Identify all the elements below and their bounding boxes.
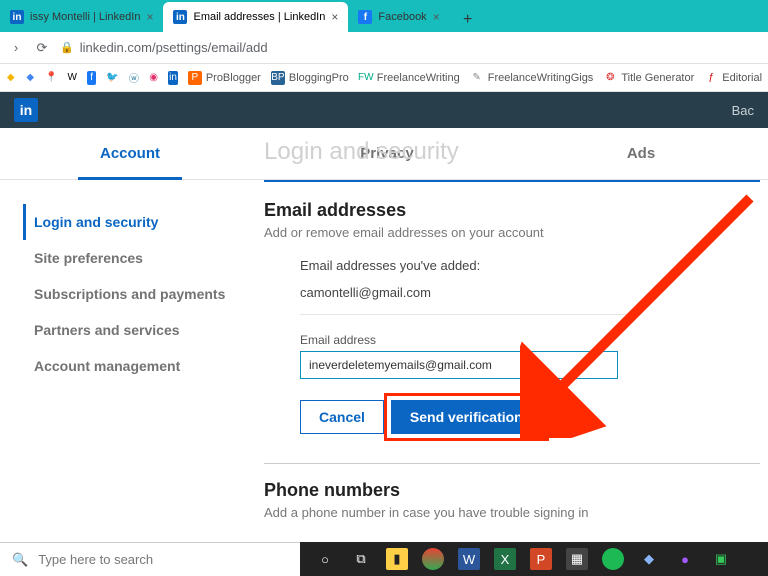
sidebar-item-login-security[interactable]: Login and security [23,204,260,240]
windows-taskbar: 🔍 Type here to search ○ ⧉ ▮ W X P ▦ ◆ ● … [0,542,768,576]
address-bar: › ⟳ 🔒 linkedin.com/psettings/email/add [0,32,768,64]
word-icon[interactable]: W [458,548,480,570]
close-icon[interactable]: × [433,10,440,24]
facebook-icon: f [358,10,372,24]
tab-ads[interactable]: Ads [514,128,768,179]
bookmark-icon[interactable]: W [67,71,76,85]
settings-sidebar: Login and security Site preferences Subs… [0,180,260,538]
tab-account[interactable]: Account [0,128,260,179]
search-icon: 🔍 [12,552,28,568]
tab-title: Facebook [378,11,426,23]
sidebar-item-site-prefs[interactable]: Site preferences [34,240,260,276]
app-icon[interactable]: ● [674,548,696,570]
section-title: Email addresses [264,200,760,221]
bookmark-icon[interactable]: 📍 [45,71,57,85]
tab-title: Email addresses | LinkedIn [193,11,325,23]
excel-icon[interactable]: X [494,548,516,570]
search-placeholder: Type here to search [38,552,153,567]
twitter-icon[interactable]: 🐦 [106,71,118,85]
section-subtitle: Add or remove email addresses on your ac… [264,225,760,240]
bookmarks-bar: ◆ ◆ 📍 W f 🐦 ⓦ ◉ in PProBlogger BPBloggin… [0,64,768,92]
spotify-icon[interactable] [602,548,624,570]
added-emails-label: Email addresses you've added: [300,258,760,273]
existing-email: camontelli@gmail.com [300,285,630,315]
bookmark-item[interactable]: PProBlogger [188,71,261,85]
section-divider [264,180,760,182]
facebook-icon[interactable]: f [87,71,96,85]
browser-tab[interactable]: in Email addresses | LinkedIn × [163,2,348,32]
linkedin-header: in Bac [0,92,768,128]
browser-tab-strip: in issy Montelli | LinkedIn × in Email a… [0,0,768,32]
url-field[interactable]: 🔒 linkedin.com/psettings/email/add [60,40,760,55]
lock-icon: 🔒 [60,41,74,54]
browser-tab[interactable]: f Facebook × [348,2,449,32]
sidebar-item-partners[interactable]: Partners and services [34,312,260,348]
annotation-highlight: Send verification [384,393,549,441]
section-title: Phone numbers [264,480,760,501]
new-tab-button[interactable]: + [456,8,480,32]
sidebar-item-account-mgmt[interactable]: Account management [34,348,260,384]
wordpress-icon[interactable]: ⓦ [129,71,139,85]
section-subtitle: Add a phone number in case you have trou… [264,505,760,520]
app-icon[interactable]: ▣ [710,548,732,570]
email-input-label: Email address [300,333,760,347]
instagram-icon[interactable]: ◉ [149,71,158,85]
bookmark-icon[interactable]: ◆ [6,71,15,85]
sidebar-item-subscriptions[interactable]: Subscriptions and payments [34,276,260,312]
send-verification-button[interactable]: Send verification [391,400,542,434]
bookmark-item[interactable]: ✎FreelanceWritingGigs [470,71,594,85]
bookmark-item[interactable]: ƒEditorial [704,71,762,85]
forward-icon[interactable]: › [8,40,24,55]
cancel-button[interactable]: Cancel [300,400,384,434]
close-icon[interactable]: × [331,10,338,24]
main-panel: Email addresses Add or remove email addr… [260,180,768,538]
linkedin-icon: in [10,10,24,24]
back-link[interactable]: Bac [732,103,754,118]
powerpoint-icon[interactable]: P [530,548,552,570]
email-input[interactable] [300,351,618,379]
tab-title: issy Montelli | LinkedIn [30,11,140,23]
calculator-icon[interactable]: ▦ [566,548,588,570]
chrome-icon[interactable] [422,548,444,570]
linkedin-icon: in [173,10,187,24]
browser-tab[interactable]: in issy Montelli | LinkedIn × [0,2,163,32]
bookmark-icon[interactable]: ◆ [25,71,34,85]
task-view-icon[interactable]: ⧉ [350,548,372,570]
divider [264,463,760,464]
close-icon[interactable]: × [146,10,153,24]
cortana-icon[interactable]: ○ [314,548,336,570]
reload-icon[interactable]: ⟳ [34,40,50,56]
url-text: linkedin.com/psettings/email/add [80,40,268,55]
ghost-heading: Login and security [264,138,459,166]
file-explorer-icon[interactable]: ▮ [386,548,408,570]
settings-top-tabs: Account Privacy Ads Login and security [0,128,768,180]
linkedin-icon[interactable]: in [168,71,177,85]
bookmark-item[interactable]: ❂Title Generator [603,71,694,85]
taskbar-search[interactable]: 🔍 Type here to search [0,542,300,576]
bookmark-item[interactable]: FWFreelanceWriting [359,71,460,85]
active-tab-indicator [78,177,182,180]
app-icon[interactable]: ◆ [638,548,660,570]
bookmark-item[interactable]: BPBloggingPro [271,71,349,85]
linkedin-logo[interactable]: in [14,98,38,122]
